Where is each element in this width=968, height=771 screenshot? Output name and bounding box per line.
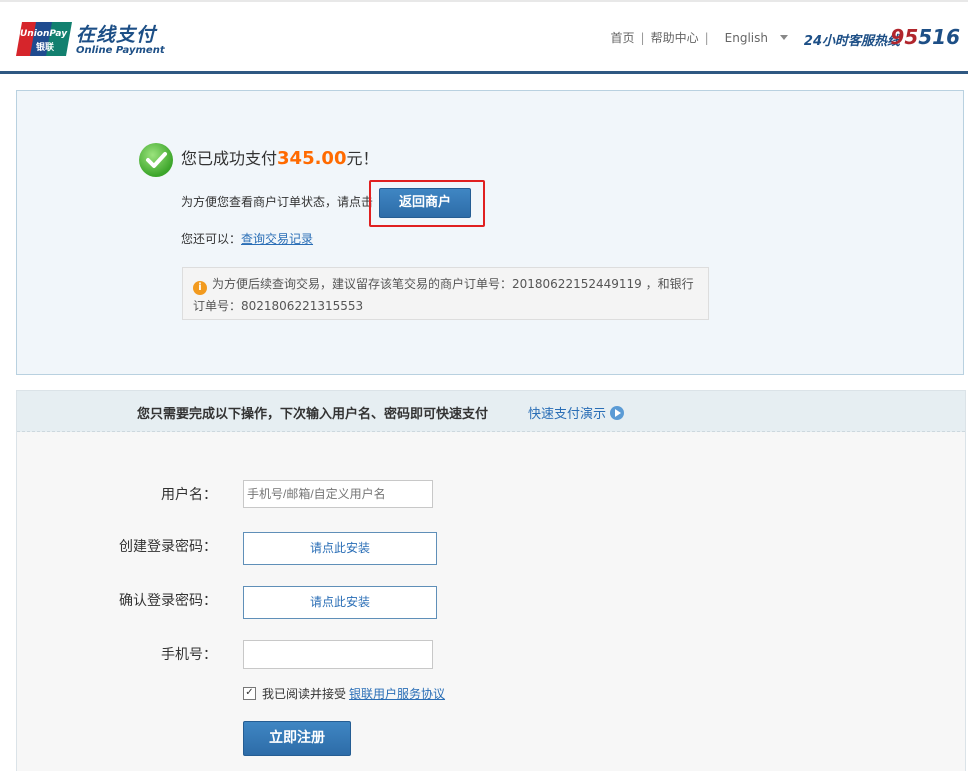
agree-text: 我已阅读并接受 xyxy=(262,687,347,701)
header: UnionPay 银联 在线支付 Online Payment 首页 | 帮助中… xyxy=(0,2,968,72)
confirm-password-label: 确认登录密码： xyxy=(119,593,217,609)
success-check-icon xyxy=(139,143,173,177)
success-message: 您已成功支付345.00元！ xyxy=(181,148,379,169)
agreement-row: ✓ 我已阅读并接受 银联用户服务协议 xyxy=(243,685,445,702)
username-input[interactable] xyxy=(243,480,433,508)
hotline-label: 24小时客服热线 xyxy=(803,34,900,49)
query-records-link[interactable]: 查询交易记录 xyxy=(241,232,313,246)
agreement-link[interactable]: 银联用户服务协议 xyxy=(349,685,445,702)
svg-text:银联: 银联 xyxy=(36,41,55,53)
quick-pay-panel: 您只需要完成以下操作，下次输入用户名、密码即可快速支付 快速支付演示 用户名： … xyxy=(16,390,966,771)
info-icon: i xyxy=(193,281,207,295)
quick-pay-header: 您只需要完成以下操作，下次输入用户名、密码即可快速支付 快速支付演示 xyxy=(17,391,965,432)
unionpay-logo: UnionPay 银联 xyxy=(16,22,72,56)
username-label: 用户名： xyxy=(161,487,217,503)
language-select[interactable]: English xyxy=(725,31,788,45)
quick-pay-heading: 您只需要完成以下操作，下次输入用户名、密码即可快速支付 xyxy=(137,407,489,422)
create-password-label: 创建登录密码： xyxy=(119,539,217,555)
hotline-number: 95516 xyxy=(890,25,960,49)
phone-input[interactable] xyxy=(243,640,433,669)
brand-subtitle: Online Payment xyxy=(76,45,165,56)
language-label: English xyxy=(724,30,768,45)
chevron-down-icon xyxy=(780,35,788,40)
register-button[interactable]: 立即注册 xyxy=(243,721,351,756)
top-nav: 首页 | 帮助中心 | English xyxy=(611,29,788,46)
paid-amount: 345.00 xyxy=(277,148,347,169)
agree-checkbox[interactable]: ✓ xyxy=(243,687,256,700)
confirm-password-install-button[interactable]: 请点此安装 xyxy=(243,586,437,619)
nav-help-link[interactable]: 帮助中心 xyxy=(651,29,699,46)
return-button-highlight: 返回商户 xyxy=(369,180,485,227)
quick-pay-demo-link[interactable]: 快速支付演示 xyxy=(528,403,625,422)
brand-title: 在线支付 xyxy=(76,24,157,46)
svg-text:UnionPay: UnionPay xyxy=(20,29,68,39)
return-hint: 为方便您查看商户订单状态，请点击 xyxy=(181,195,374,209)
header-divider xyxy=(0,71,968,74)
create-password-install-button[interactable]: 请点此安装 xyxy=(243,532,437,565)
nav-separator: | xyxy=(704,30,709,45)
also-row: 您还可以：查询交易记录 xyxy=(181,232,314,246)
payment-result-panel: 您已成功支付345.00元！ 为方便您查看商户订单状态，请点击 返回商户 您还可… xyxy=(16,90,964,375)
order-notice: i 为方便后续查询交易，建议留存该笔交易的商户订单号：20180622152449… xyxy=(182,267,709,320)
phone-label: 手机号： xyxy=(161,647,217,663)
return-merchant-button[interactable]: 返回商户 xyxy=(379,188,471,218)
nav-separator: | xyxy=(640,30,645,45)
play-icon xyxy=(610,405,625,420)
nav-home-link[interactable]: 首页 xyxy=(611,29,635,46)
